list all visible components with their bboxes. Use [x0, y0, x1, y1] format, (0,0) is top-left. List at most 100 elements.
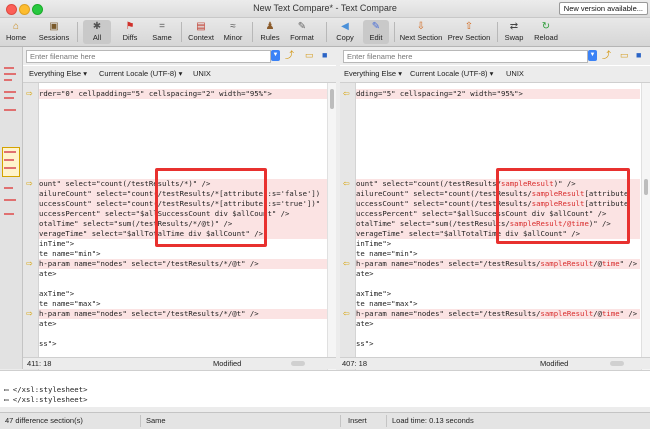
overview-mark [4, 159, 14, 161]
right-code-line[interactable]: ate> [356, 319, 640, 329]
right-line-ending[interactable]: UNIX [506, 66, 524, 82]
browse-folder-icon[interactable]: ▭ [620, 50, 629, 61]
scrollbar-thumb[interactable] [330, 89, 334, 109]
all-button[interactable]: ✱ All [83, 20, 111, 44]
minor-button[interactable]: ≈ Minor [219, 20, 247, 44]
code-text: ate> [356, 319, 374, 328]
copy-right-arrow-icon[interactable]: ⇨ [26, 179, 33, 189]
edit-mode: Insert [348, 416, 367, 425]
code-text: otalTime" select="sum(/testResults/ [356, 219, 510, 228]
diffs-button[interactable]: ⚑ Diffs [116, 20, 144, 44]
swap-button[interactable]: ⇄ Swap [501, 20, 527, 44]
copy-icon: ◀ [341, 21, 349, 32]
format-icon: ✎ [297, 21, 307, 32]
right-code-line[interactable]: axTime"> [356, 289, 640, 299]
copy-right-arrow-icon[interactable]: ⇨ [26, 89, 33, 99]
copy-left-arrow-icon[interactable]: ⇦ [343, 309, 350, 319]
right-code-line[interactable]: ate> [356, 269, 640, 279]
left-code-line[interactable]: te name="max"> [39, 299, 329, 309]
new-version-button[interactable]: New version available... [558, 2, 648, 15]
copy-right-arrow-icon[interactable]: ⇨ [26, 309, 33, 319]
right-code-line[interactable]: dding="5" cellspacing="2" width="95%"> [356, 89, 640, 99]
annotation-box-right [496, 168, 630, 244]
code-text: h-param name="nodes" select="/testResult… [356, 309, 541, 318]
chevron-down-icon[interactable]: ▼ [588, 50, 597, 61]
code-text: ate> [356, 269, 374, 278]
next-section-button[interactable]: ⇩ Next Section [398, 20, 444, 44]
format-button[interactable]: ✎ Format [287, 20, 317, 44]
copy-left-arrow-icon[interactable]: ⇦ [343, 179, 350, 189]
briefcase-icon: ▣ [49, 21, 59, 32]
right-modified-state: Modified [540, 359, 569, 368]
code-text: axTime"> [39, 289, 75, 298]
flag-icon: ⚑ [125, 21, 135, 32]
scrollbar-thumb[interactable] [644, 179, 648, 195]
chevron-down-icon[interactable]: ▼ [271, 50, 280, 61]
right-cursor-position: 407: 18 [342, 359, 368, 368]
right-filename-input[interactable]: Enter filename here [343, 50, 588, 63]
open-folder-icon[interactable]: ⤴ [602, 50, 611, 61]
star-icon: ✱ [92, 21, 102, 32]
left-code-line[interactable]: axTime"> [39, 289, 329, 299]
save-icon[interactable]: ■ [636, 50, 641, 61]
difference-overview-map[interactable] [0, 47, 23, 369]
horizontal-scrollbar[interactable] [291, 361, 305, 366]
edit-button[interactable]: ✎ Edit [363, 20, 389, 44]
rules-button[interactable]: ♟ Rules [256, 20, 284, 44]
overview-mark [4, 167, 16, 169]
toolbar-divider [394, 22, 395, 42]
right-code-line[interactable]: te name="min"> [356, 249, 640, 259]
reload-button[interactable]: ↻ Reload [531, 20, 561, 44]
left-code-line[interactable]: te name="min"> [39, 249, 329, 259]
copy-button[interactable]: ◀ Copy [332, 20, 358, 44]
annotation-box-left [155, 168, 267, 247]
swap-icon: ⇄ [509, 21, 519, 32]
overview-mark [4, 151, 16, 153]
copy-right-arrow-icon[interactable]: ⇨ [26, 259, 33, 269]
left-code-line[interactable]: ate> [39, 269, 329, 279]
code-text: dding="5" cellspacing="2" width="95%"> [356, 89, 523, 98]
right-code-line[interactable]: h-param name="nodes" select="/testResult… [356, 259, 640, 269]
code-text: h-param name="nodes" select="/testResult… [39, 309, 259, 318]
copy-left-arrow-icon[interactable]: ⇦ [343, 259, 350, 269]
left-filename-input[interactable]: Enter filename here [26, 50, 271, 63]
code-text: ate> [39, 269, 57, 278]
changed-text: time [602, 309, 620, 318]
right-scrollbar[interactable] [641, 83, 650, 381]
left-line-ending[interactable]: UNIX [193, 66, 211, 82]
right-code-line[interactable]: ss"> [356, 339, 640, 349]
prev-section-button[interactable]: ⇧ Prev Section [446, 20, 492, 44]
same-button[interactable]: = Same [148, 20, 176, 44]
overview-mark [4, 91, 16, 93]
context-button[interactable]: ▤ Context [186, 20, 216, 44]
left-code-line[interactable]: rder="0" cellpadding="5" cellspacing="2"… [39, 89, 329, 99]
right-code-line[interactable]: h-param name="nodes" select="/testResult… [356, 309, 640, 319]
merged-output-view[interactable]: ▭ </xsl:stylesheet> ▭ </xsl:stylesheet> [0, 370, 650, 407]
left-scrollbar[interactable] [327, 83, 336, 381]
sessions-button[interactable]: ▣ Sessions [36, 20, 72, 44]
context-icon: ▤ [196, 21, 206, 32]
right-encoding-select[interactable]: Current Locale (UTF-8) ▾ [410, 66, 493, 82]
horizontal-scrollbar[interactable] [610, 361, 624, 366]
copy-left-arrow-icon[interactable]: ⇦ [343, 89, 350, 99]
left-filter-select[interactable]: Everything Else ▾ [29, 66, 87, 82]
left-code-line[interactable]: h-param name="nodes" select="/testResult… [39, 259, 329, 269]
merged-line: </xsl:stylesheet> [12, 395, 88, 404]
toolbar-divider [77, 22, 78, 42]
right-code-line[interactable]: te name="max"> [356, 299, 640, 309]
compare-result: Same [146, 416, 166, 425]
left-code-line[interactable]: ss"> [39, 339, 329, 349]
open-folder-icon[interactable]: ⤴ [285, 50, 294, 61]
title-bar: New Text Compare* - Text Compare New ver… [0, 0, 650, 18]
left-encoding-select[interactable]: Current Locale (UTF-8) ▾ [99, 66, 182, 82]
home-button[interactable]: ⌂ Home [2, 20, 30, 44]
left-code-line[interactable]: h-param name="nodes" select="/testResult… [39, 309, 329, 319]
left-code-line[interactable]: ate> [39, 319, 329, 329]
code-text: h-param name="nodes" select="/testResult… [356, 259, 541, 268]
overview-mark [4, 73, 16, 75]
save-icon[interactable]: ■ [322, 50, 327, 61]
minor-icon: ≈ [230, 21, 236, 32]
overview-mark [4, 109, 16, 111]
browse-folder-icon[interactable]: ▭ [305, 50, 314, 61]
right-filter-select[interactable]: Everything Else ▾ [344, 66, 402, 82]
